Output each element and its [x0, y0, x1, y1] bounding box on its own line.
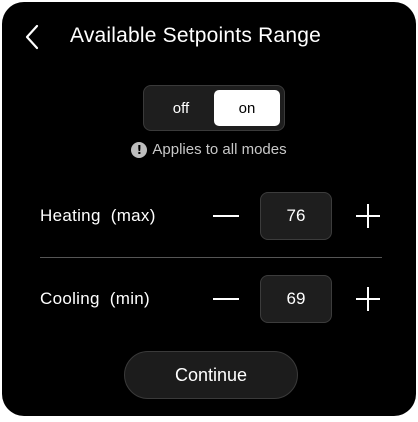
back-button[interactable] — [18, 20, 46, 54]
hint-text-row: ! Applies to all modes — [2, 141, 416, 158]
plus-icon — [356, 287, 380, 311]
plus-icon — [356, 204, 380, 228]
cooling-label: Cooling (min) — [40, 289, 151, 308]
chevron-left-icon — [25, 24, 39, 50]
toggle-on-option[interactable]: on — [214, 90, 280, 126]
page-title: Available Setpoints Range — [70, 24, 321, 47]
toggle-off-option[interactable]: off — [148, 90, 214, 126]
minus-icon — [213, 298, 239, 300]
heating-row: Heating (max) 76 — [2, 192, 416, 240]
info-icon: ! — [131, 141, 148, 158]
heating-increase-button[interactable] — [352, 192, 384, 240]
mode-toggle[interactable]: off on — [143, 85, 285, 131]
heating-label: Heating (max) — [40, 206, 156, 225]
cooling-row: Cooling (min) 69 — [2, 275, 416, 323]
cooling-increase-button[interactable] — [352, 275, 384, 323]
heating-decrease-button[interactable] — [210, 192, 242, 240]
cooling-decrease-button[interactable] — [210, 275, 242, 323]
continue-button[interactable]: Continue — [124, 351, 298, 399]
heating-value-field[interactable]: 76 — [260, 192, 332, 240]
hint-text: Applies to all modes — [152, 141, 287, 158]
divider — [40, 257, 382, 258]
setpoints-dialog: Available Setpoints Range off on ! Appli… — [2, 2, 416, 416]
minus-icon — [213, 215, 239, 217]
cooling-value-field[interactable]: 69 — [260, 275, 332, 323]
